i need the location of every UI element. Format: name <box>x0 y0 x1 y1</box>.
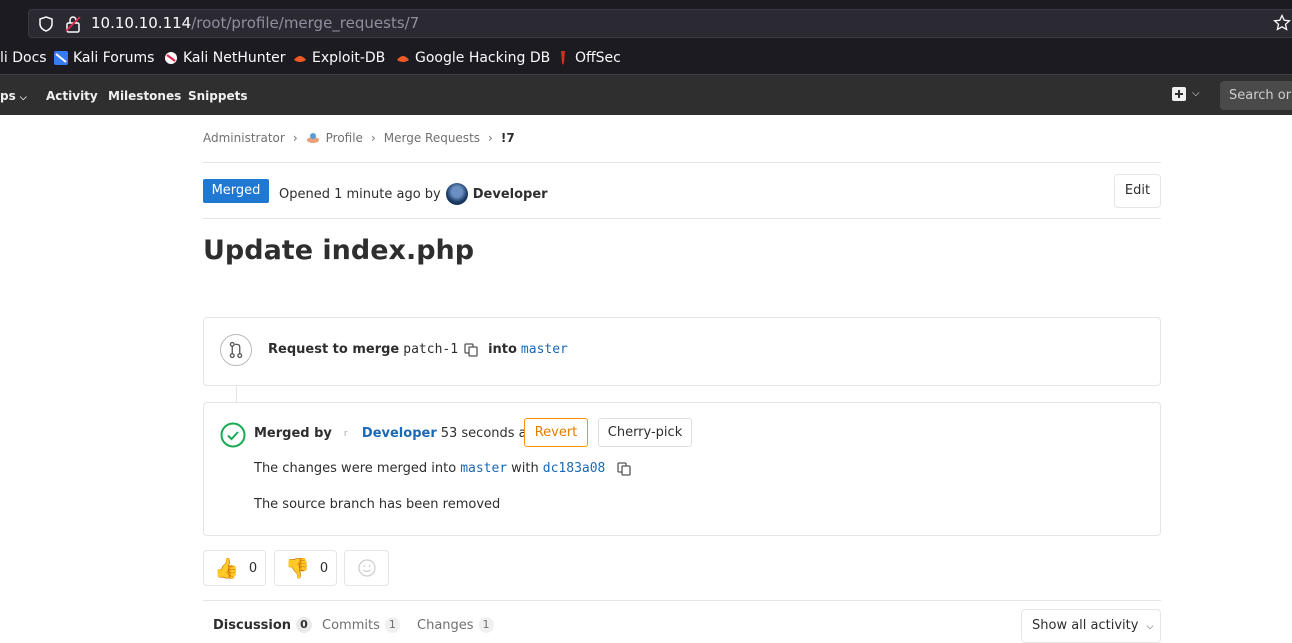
offsec-icon <box>561 51 565 65</box>
bookmark-label: li Docs <box>0 50 47 66</box>
changes-prefix: The changes were merged into <box>254 461 457 476</box>
bookmark-label: Exploit-DB <box>312 50 386 66</box>
breadcrumb-separator-icon: › <box>370 131 376 145</box>
into-label: into <box>488 342 517 357</box>
bookmark-label: Kali Forums <box>73 50 155 66</box>
new-item-plus-icon[interactable] <box>1172 87 1186 101</box>
tab-label: Commits <box>322 617 380 633</box>
tab-count-badge: 1 <box>478 617 494 633</box>
merge-request-icon <box>220 334 252 366</box>
breadcrumb-current[interactable]: !7 <box>501 131 515 145</box>
nav-milestones[interactable]: Milestones <box>108 89 181 103</box>
cherry-pick-button[interactable]: Cherry-pick <box>598 418 692 447</box>
ghdb-icon <box>397 56 409 62</box>
thumbs-down-award-button[interactable]: 👎 0 <box>274 550 337 586</box>
merge-request-info-box: Request to merge patch-1 into master <box>203 317 1161 386</box>
revert-button[interactable]: Revert <box>524 418 588 447</box>
project-avatar-icon <box>306 133 319 143</box>
tab-discussion[interactable]: Discussion 0 <box>213 617 312 633</box>
timeline-connector <box>236 386 237 402</box>
kali-nethunter-icon <box>165 52 177 64</box>
url-text[interactable]: 10.10.10.114/root/profile/merge_requests… <box>91 14 419 32</box>
chevron-down-icon[interactable]: ⌵ <box>1192 88 1200 99</box>
bookmark-exploit-db[interactable]: Exploit-DB <box>293 50 385 66</box>
exploit-db-icon <box>294 56 306 62</box>
smiley-icon <box>358 559 376 577</box>
author-link[interactable]: Developer <box>473 187 548 202</box>
bookmark-kali-docs[interactable]: li Docs <box>0 50 47 66</box>
thumbs-up-award-button[interactable]: 👍 0 <box>203 550 266 586</box>
breadcrumb-separator-icon: › <box>292 131 298 145</box>
breadcrumb-owner[interactable]: Administrator <box>203 131 285 145</box>
breadcrumb-project[interactable]: Profile <box>326 131 363 145</box>
merged-by-user-link[interactable]: Developer <box>362 426 437 441</box>
page-title: Update index.php <box>203 235 475 266</box>
success-check-icon <box>220 422 246 448</box>
bookmark-label: Kali NetHunter <box>183 50 286 66</box>
tab-count-badge: 1 <box>384 617 400 633</box>
copy-icon[interactable] <box>617 461 632 476</box>
merge-widget: Merged by r Developer 53 seconds ago Rev… <box>203 402 1161 536</box>
avatar[interactable] <box>445 183 468 205</box>
thumbs-down-count: 0 <box>319 560 329 576</box>
opened-text: Opened 1 minute ago by <box>279 186 441 202</box>
divider <box>203 162 1161 163</box>
chevron-down-icon: ⌵ <box>1146 622 1154 632</box>
request-to-merge-line: Request to merge patch-1 into master <box>268 342 568 357</box>
tab-commits[interactable]: Commits 1 <box>322 617 400 633</box>
branch-removed-text: The source branch has been removed <box>254 497 501 512</box>
tab-label: Changes <box>417 617 474 633</box>
divider <box>203 218 1161 219</box>
url-host: 10.10.10.114 <box>91 14 192 32</box>
bookmark-kali-forums[interactable]: Kali Forums <box>54 50 154 66</box>
thumbs-down-icon: 👎 <box>285 556 310 580</box>
nav-snippets[interactable]: Snippets <box>188 89 248 103</box>
breadcrumb: Administrator › Profile › Merge Requests… <box>203 131 515 145</box>
bookmark-star-icon[interactable] <box>1273 14 1291 32</box>
merged-by-line: Merged by r Developer 53 seconds ago <box>254 426 543 441</box>
bookmark-label: Google Hacking DB <box>415 50 551 66</box>
chevron-down-icon: ⌵ <box>19 93 27 103</box>
add-reaction-button[interactable] <box>344 550 389 586</box>
request-label: Request to merge <box>268 342 400 357</box>
activity-filter-dropdown[interactable]: Show all activity ⌵ <box>1021 609 1161 643</box>
thumbs-up-icon: 👍 <box>214 556 239 580</box>
with-label: with <box>511 461 539 476</box>
status-badge: Merged <box>203 179 269 203</box>
target-branch-link[interactable]: master <box>521 342 568 357</box>
bookmark-kali-nethunter[interactable]: Kali NetHunter <box>164 50 285 66</box>
commit-sha-link[interactable]: dc183a08 <box>543 461 606 476</box>
merged-into-line: The changes were merged into master with… <box>254 461 637 476</box>
divider <box>203 600 1161 601</box>
nav-groups-dropdown[interactable]: ps ⌵ <box>0 89 27 103</box>
bookmark-google-hacking-db[interactable]: Google Hacking DB <box>396 50 550 66</box>
shield-icon[interactable] <box>38 16 54 32</box>
merged-branch-link[interactable]: master <box>460 461 507 476</box>
url-path: /root/profile/merge_requests/7 <box>191 14 420 32</box>
tab-changes[interactable]: Changes 1 <box>417 617 494 633</box>
kali-forums-icon <box>54 51 68 65</box>
breadcrumb-separator-icon: › <box>488 131 493 145</box>
activity-filter-label: Show all activity <box>1032 618 1139 633</box>
merged-by-label: Merged by <box>254 426 332 441</box>
thumbs-up-count: 0 <box>248 560 258 576</box>
address-bar[interactable]: 10.10.10.114/root/profile/merge_requests… <box>28 9 1292 38</box>
nav-label: ps <box>0 89 16 103</box>
opened-info: Opened 1 minute ago by Developer <box>279 183 548 205</box>
breadcrumb-merge-requests[interactable]: Merge Requests <box>384 131 480 145</box>
edit-button[interactable]: Edit <box>1114 174 1161 208</box>
tab-count-badge: 0 <box>296 617 312 633</box>
lock-insecure-icon[interactable] <box>65 15 81 33</box>
avatar[interactable]: r <box>344 429 352 439</box>
copy-icon[interactable] <box>464 342 478 357</box>
bookmark-label: OffSec <box>575 50 621 66</box>
nav-activity[interactable]: Activity <box>46 89 98 103</box>
search-input[interactable]: Search or j <box>1220 81 1292 110</box>
bookmarks-bar: li Docs Kali Forums Kali NetHunter Explo… <box>0 46 1292 74</box>
bookmark-offsec[interactable]: OffSec <box>556 50 621 66</box>
source-branch[interactable]: patch-1 <box>403 342 458 357</box>
tab-label: Discussion <box>213 617 292 633</box>
browser-toolbar: 10.10.10.114/root/profile/merge_requests… <box>0 0 1292 46</box>
gitlab-navbar: ps ⌵ Activity Milestones Snippets ⌵ Sear… <box>0 74 1292 115</box>
